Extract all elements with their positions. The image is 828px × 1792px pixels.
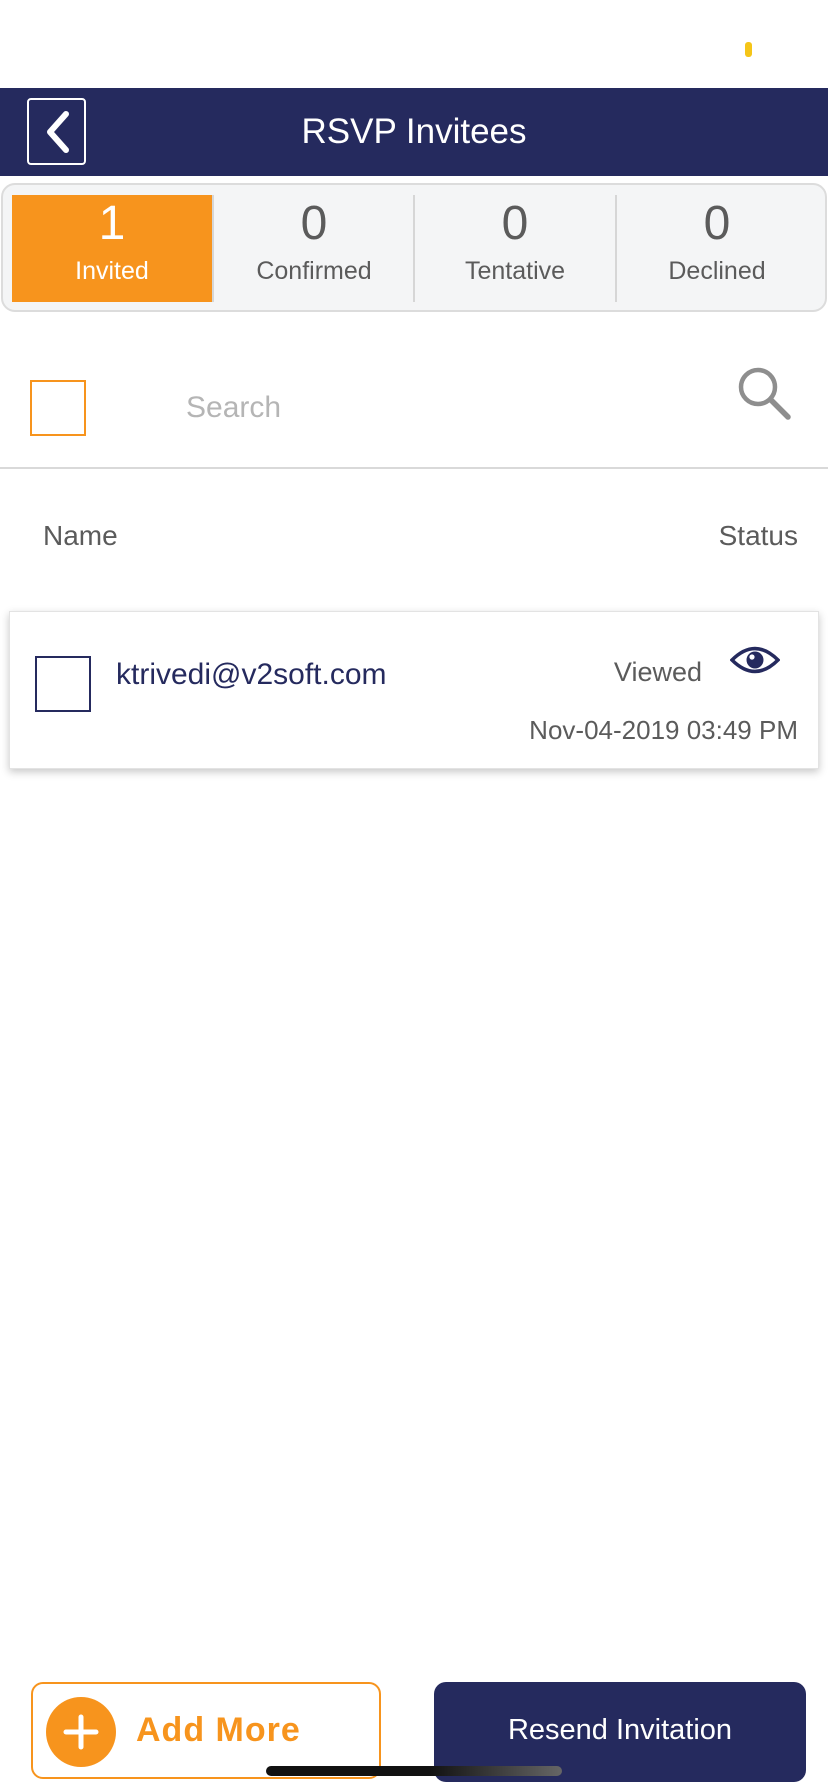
plus-icon	[46, 1697, 116, 1767]
add-more-button[interactable]: Add More	[31, 1682, 381, 1779]
tab-label: Invited	[75, 257, 149, 285]
back-button[interactable]	[27, 98, 86, 165]
page-title: RSVP Invitees	[301, 112, 527, 151]
tab-count: 0	[300, 197, 328, 250]
home-indicator	[266, 1766, 562, 1776]
tab-confirmed[interactable]: 0 Confirmed	[214, 195, 414, 302]
select-all-checkbox[interactable]	[30, 380, 86, 436]
tab-invited[interactable]: 1 Invited	[12, 195, 212, 302]
invitee-email: ktrivedi@v2soft.com	[116, 658, 387, 691]
invitee-date: Nov-04-2019 03:49 PM	[529, 715, 798, 745]
tab-label: Tentative	[464, 257, 566, 285]
invitee-row[interactable]: ktrivedi@v2soft.com Viewed Nov-04-2019 0…	[9, 611, 819, 769]
tab-tentative[interactable]: 0 Tentative	[415, 195, 615, 302]
tab-label: Declined	[668, 257, 766, 285]
rsvp-status-tabs: 1 Invited 0 Confirmed 0 Tentative 0 Decl…	[1, 183, 827, 312]
tab-count: 1	[98, 197, 126, 250]
header-bar: RSVP Invitees	[0, 88, 828, 176]
eye-icon	[730, 646, 780, 674]
invitee-status: Viewed	[613, 657, 702, 687]
tab-declined[interactable]: 0 Declined	[617, 195, 817, 302]
column-header-status: Status	[718, 520, 798, 551]
column-header-name: Name	[43, 520, 118, 551]
search-icon[interactable]	[734, 363, 794, 423]
search-input[interactable]	[186, 380, 706, 436]
chevron-left-icon	[46, 110, 69, 153]
status-bar	[0, 0, 828, 88]
tab-count: 0	[501, 197, 529, 250]
tab-label: Confirmed	[256, 257, 372, 285]
add-more-label: Add More	[136, 1711, 301, 1749]
status-indicator-dot	[745, 42, 752, 57]
tab-count: 0	[703, 197, 731, 250]
row-checkbox[interactable]	[35, 656, 91, 712]
divider	[0, 467, 828, 469]
